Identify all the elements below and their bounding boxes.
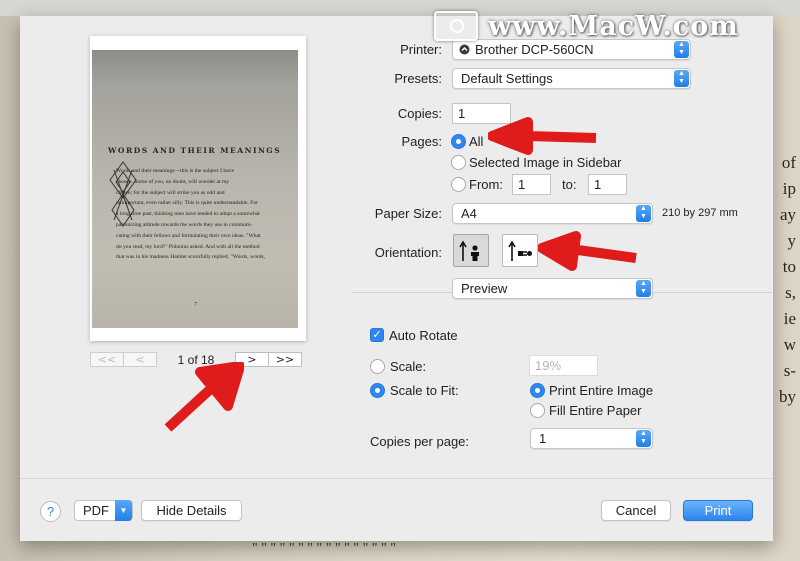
- watermark: www.MacW.com: [434, 8, 739, 44]
- portrait-icon: [459, 240, 479, 261]
- chevron-down-icon: ▼: [115, 500, 132, 521]
- red-arrow-annotation: [488, 117, 597, 155]
- pages-to-field[interactable]: 1: [588, 174, 627, 195]
- stepper-icon: ▲ ▼: [636, 205, 651, 222]
- paper-dimensions: 210 by 297 mm: [662, 207, 738, 219]
- stepper-icon: ▲ ▼: [636, 280, 651, 297]
- presets-popup[interactable]: Default Settings ▲ ▼: [452, 68, 691, 89]
- pages-to-label: to:: [562, 177, 577, 192]
- book-line: cating with their fellows and formulatin…: [116, 232, 261, 239]
- landscape-icon: [508, 240, 532, 261]
- auto-rotate-checkbox[interactable]: ✓: [370, 328, 384, 342]
- scale-label: Scale:: [390, 359, 427, 374]
- copies-per-page-label: Copies per page:: [370, 434, 470, 449]
- pages-all-label: All: [469, 134, 484, 149]
- orientation-label: Orientation:: [374, 245, 442, 260]
- scale-to-fit-label: Scale to Fit:: [390, 383, 459, 398]
- stepper-icon: ▲ ▼: [674, 70, 689, 87]
- pdf-label: PDF: [83, 503, 109, 518]
- first-page-button[interactable]: <<: [90, 352, 124, 367]
- page-preview: WORDS AND THEIR MEANINGS Words and their…: [90, 36, 306, 341]
- book-title: WORDS AND THEIR MEANINGS: [108, 146, 282, 155]
- stepper-icon: ▲ ▼: [636, 430, 651, 447]
- pdf-menu-button[interactable]: PDF ▼: [74, 500, 133, 521]
- red-arrow-annotation: [164, 362, 244, 432]
- pages-from-label: From:: [469, 177, 503, 192]
- printer-label: Printer:: [400, 42, 442, 57]
- book-line: do you read, my lord?" Polonius asked. A…: [116, 243, 260, 250]
- previous-page-button[interactable]: <: [123, 352, 157, 367]
- pages-label: Pages:: [401, 134, 442, 149]
- checkmark-icon: ✓: [372, 328, 382, 341]
- book-page-number: 7: [194, 302, 197, 308]
- print-sheet: WORDS AND THEIR MEANINGS Words and their…: [20, 16, 773, 541]
- print-entire-image-label: Print Entire Image: [549, 383, 654, 398]
- section-popup[interactable]: Preview ▲ ▼: [452, 278, 653, 299]
- orientation-portrait-button[interactable]: [453, 234, 489, 267]
- pages-range-radio[interactable]: [451, 177, 466, 192]
- auto-rotate-label: Auto Rotate: [389, 328, 458, 343]
- help-icon: ?: [46, 504, 55, 519]
- help-button[interactable]: ?: [40, 501, 61, 522]
- pages-from-field[interactable]: 1: [512, 174, 551, 195]
- last-page-button[interactable]: >>: [268, 352, 302, 367]
- book-line: chosen. Some of you, no doubt, will wond…: [116, 178, 230, 185]
- orientation-landscape-button[interactable]: [502, 234, 538, 267]
- book-body: Words and their meanings—this is the sub…: [116, 166, 288, 263]
- scale-radio[interactable]: [370, 359, 385, 374]
- book-line: unimportant, even rather silly. This is …: [116, 200, 258, 207]
- book-line: Words and their meanings—this is the sub…: [116, 168, 234, 174]
- printer-value: Brother DCP-560CN: [475, 42, 594, 57]
- book-line: a long time past, thinking men have tend…: [116, 211, 260, 218]
- scale-field[interactable]: 19%: [529, 355, 598, 376]
- hide-details-button[interactable]: Hide Details: [141, 500, 242, 521]
- book-line: patronizing attitude towards the words t…: [116, 221, 253, 228]
- pages-selected-image-radio[interactable]: [451, 155, 466, 170]
- copies-per-page-popup[interactable]: 1 ▲ ▼: [530, 428, 653, 449]
- cancel-button[interactable]: Cancel: [601, 500, 671, 521]
- print-button[interactable]: Print: [683, 500, 753, 521]
- printer-status-icon: [459, 44, 470, 55]
- watermark-logo-icon: [434, 11, 478, 41]
- watermark-text: www.MacW.com: [488, 10, 739, 42]
- copies-per-page-value: 1: [539, 431, 547, 446]
- print-entire-image-radio[interactable]: [530, 383, 545, 398]
- paper-size-label: Paper Size:: [374, 206, 442, 221]
- section-popup-value: Preview: [461, 281, 508, 296]
- footer-divider: [20, 478, 773, 479]
- background-bottom-text: " " " " " " " " " " " " " " " ": [252, 541, 396, 556]
- book-line: choice; for the subject will strike you …: [116, 189, 225, 196]
- pages-all-radio[interactable]: [451, 134, 466, 149]
- fill-entire-paper-label: Fill Entire Paper: [549, 403, 642, 418]
- presets-label: Presets:: [394, 71, 442, 86]
- preview-image: WORDS AND THEIR MEANINGS Words and their…: [92, 50, 298, 328]
- paper-size-value: A4: [461, 206, 477, 221]
- scale-to-fit-radio[interactable]: [370, 383, 385, 398]
- presets-value: Default Settings: [461, 71, 553, 86]
- book-line: that was in his madness Hamlet scornfull…: [116, 254, 266, 261]
- red-arrow-annotation: [538, 231, 637, 271]
- fill-entire-paper-radio[interactable]: [530, 403, 545, 418]
- copies-label: Copies:: [397, 106, 442, 121]
- paper-size-popup[interactable]: A4 ▲ ▼: [452, 203, 653, 224]
